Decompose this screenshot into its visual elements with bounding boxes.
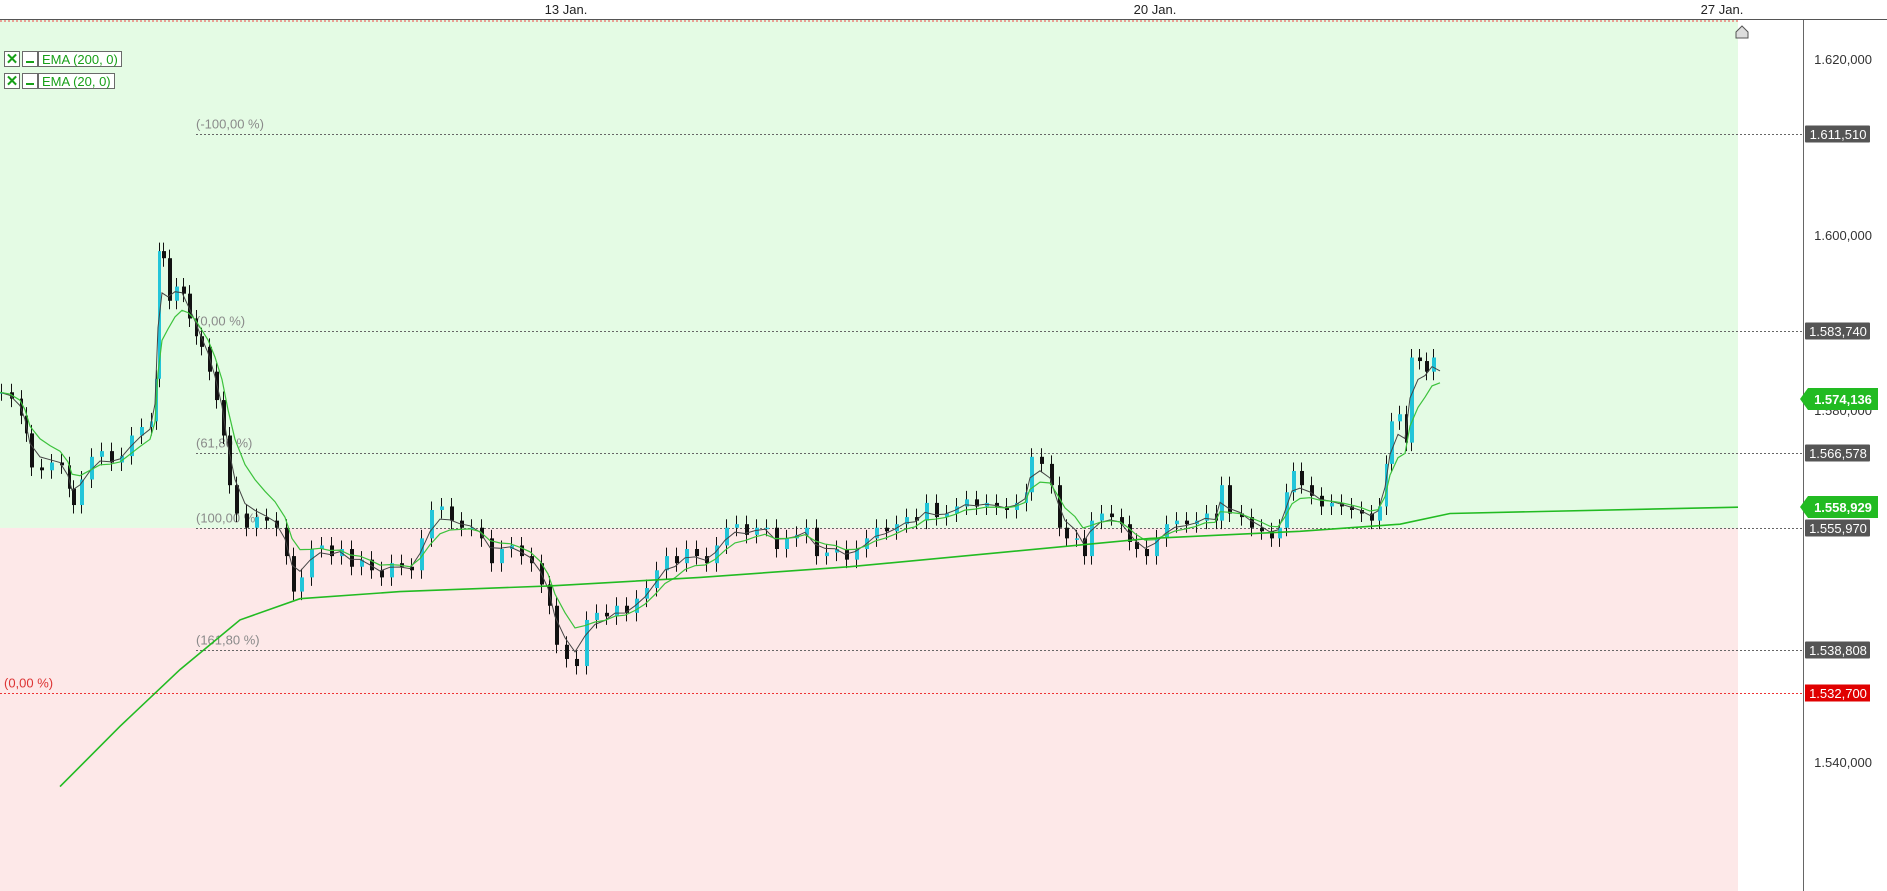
price-chart: 13 Jan. 20 Jan. 27 Jan. 1.620,000 1.600,000 1… [0,2,1887,891]
candle-body [595,612,599,620]
candle-body [245,513,249,528]
candle-body [1175,520,1179,525]
fib-price-text: 1.566,578 [1809,446,1867,461]
legend-ema-200: ✕ EMA (200, 0) [4,50,122,68]
candle-body [40,467,44,471]
candle-body [825,552,829,557]
fib-price-text: 1.538,808 [1809,643,1867,658]
candle-body [500,549,504,564]
candle-body [735,524,739,528]
x-tick-label: 27 Jan. [1701,2,1744,17]
candle-body [1390,421,1394,464]
fib-price-tag: 1.538,808 [1805,641,1870,659]
candle-body [645,588,649,599]
candle-body [575,658,579,667]
fib-price-text: 1.555,970 [1809,521,1867,536]
y-tick-label: 1.620,000 [1814,52,1872,67]
candle-body [585,619,589,667]
x-tick-label: 13 Jan. [545,2,588,17]
candle-body [755,527,759,535]
candle-body [350,549,354,567]
candle-body [1410,357,1414,443]
candle-body [100,451,104,457]
minimize-indicator-icon[interactable] [22,51,38,67]
fib-price-tag: 1.611,510 [1805,125,1870,143]
candle-body [925,502,929,521]
candle-body [1040,456,1044,464]
candle-body [665,556,669,571]
candle-body [1418,357,1422,362]
remove-indicator-icon[interactable]: ✕ [4,73,20,89]
candle-body [675,556,679,564]
candle-body [50,462,54,471]
candle-body [310,549,314,578]
candle-body [255,517,259,528]
candle-body [765,527,769,530]
candle-body [1292,470,1296,493]
candle-body [565,644,569,659]
candle-body [72,488,76,506]
candle-body [785,538,789,550]
candle-body [605,612,609,617]
fib-price-text: 1.611,510 [1810,127,1867,142]
x-tick-label: 20 Jan. [1134,2,1177,17]
legend-label[interactable]: EMA (20, 0) [38,73,115,89]
fib-price-tag: 1.583,740 [1805,322,1870,340]
candle-body [1320,495,1324,507]
candle-body [1075,538,1079,540]
fib-level-label: (100,00 %) [196,511,260,526]
candle-body [1065,527,1069,539]
candle-body [1145,549,1149,557]
candle-body [1398,414,1402,422]
candle-body [30,433,34,468]
candle-body [450,506,454,521]
bullish-zone [0,20,1738,528]
fib-level-label: (161,80 %) [196,633,260,648]
candle-body [1050,463,1054,486]
stop-price-text: 1.532,700 [1809,686,1867,701]
candle-body [292,556,296,592]
candle-body [430,509,434,539]
fib-level-label: (61,80 %) [196,436,252,451]
candle-body [1432,357,1436,372]
y-tick-label: 1.540,000 [1814,755,1872,770]
fib-price-tag: 1.566,578 [1805,444,1870,462]
fib-level-label: (-100,00 %) [196,117,264,132]
legend-ema-20: ✕ EMA (20, 0) [4,72,115,90]
candle-body [725,527,729,546]
stop-level-label: (0,00 %) [4,676,53,691]
candle-body [490,538,494,564]
fib-price-tag: 1.555,970 [1805,519,1870,537]
legend-label[interactable]: EMA (200, 0) [38,51,122,67]
candle-body [685,549,689,564]
candle-body [440,506,444,510]
remove-indicator-icon[interactable]: ✕ [4,51,20,67]
fib-level-label: (0,00 %) [196,314,245,329]
candle-body [1425,361,1429,372]
candle-body [1300,470,1304,486]
bearish-zone [0,527,1738,891]
candle-body [1330,502,1334,507]
candle-body [1110,513,1114,518]
candle-body [162,251,166,259]
candle-body [300,577,304,592]
candle-body [555,605,559,645]
candle-body [1058,485,1062,528]
candle-body [695,549,699,557]
minimize-indicator-icon[interactable] [22,73,38,89]
ema-price-text: 1.574,136 [1814,392,1872,407]
candle-body [1205,513,1209,521]
candle-body [1100,513,1104,521]
ema-price-text: 1.558,929 [1814,500,1872,515]
y-tick-label: 1.600,000 [1814,228,1872,243]
candle-body [875,527,879,539]
candle-body [1185,520,1189,525]
candle-body [885,527,889,532]
candle-body [235,485,239,514]
candle-body [615,605,619,617]
axis-gutter [1738,20,1803,891]
candle-body [182,286,186,294]
candle-body [175,286,179,301]
fib-price-text: 1.583,740 [1809,324,1867,339]
